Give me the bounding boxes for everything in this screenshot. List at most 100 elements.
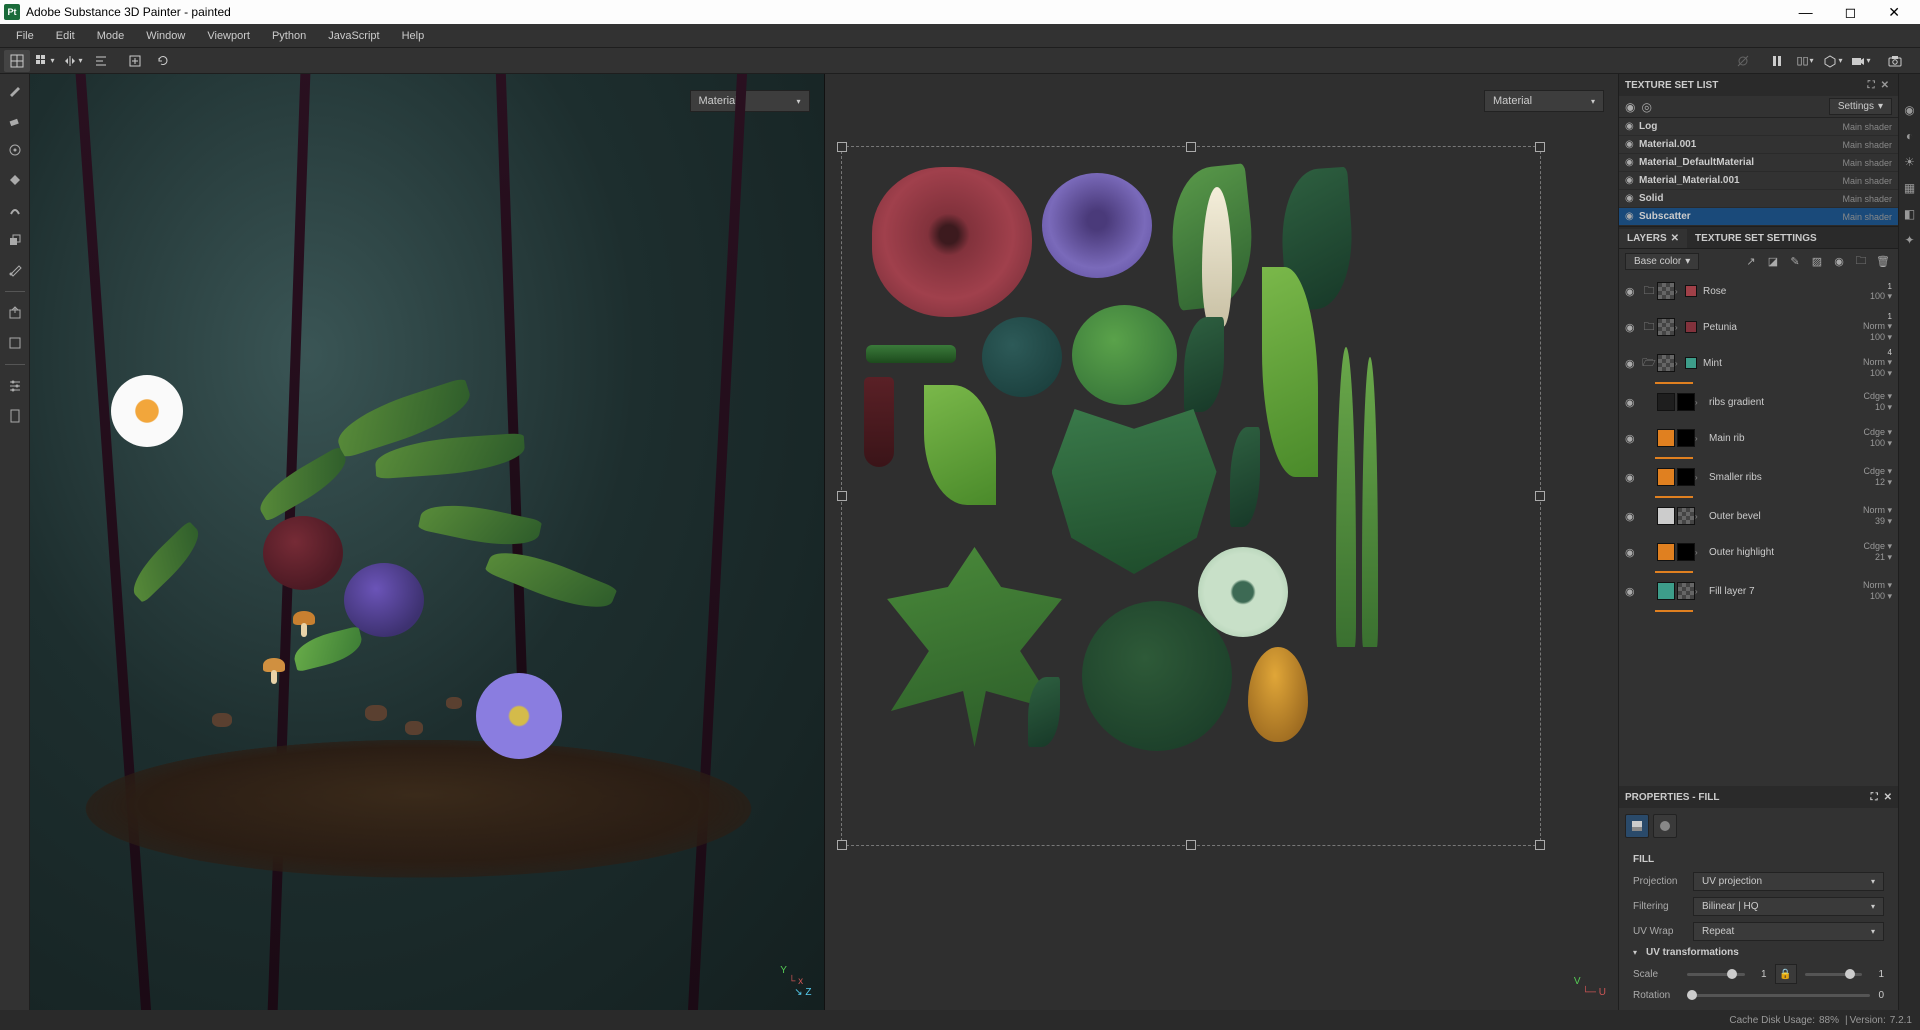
layer-row[interactable]: ◉ 🗀 › Rose 1 100 ▾: [1619, 273, 1898, 309]
viewport-3d[interactable]: Material ▾: [30, 74, 825, 1010]
layer-row[interactable]: ◉ › Outer bevel Norm ▾ 39 ▾: [1619, 498, 1898, 534]
layer-opacity[interactable]: 100 ▾: [1838, 438, 1892, 449]
expand-icon[interactable]: ›: [1695, 587, 1705, 596]
expand-icon[interactable]: ›: [1695, 548, 1705, 557]
menu-viewport[interactable]: Viewport: [197, 27, 260, 45]
toolbar-visibility-disabled-icon[interactable]: [1730, 50, 1756, 72]
resize-handle[interactable]: [1186, 142, 1196, 152]
layer-row[interactable]: ◉ › Fill layer 7 Norm ▾ 100 ▾: [1619, 573, 1898, 609]
resize-handle[interactable]: [1186, 840, 1196, 850]
clone-tool[interactable]: [3, 228, 27, 252]
expand-icon[interactable]: ›: [1695, 398, 1705, 407]
layer-blend[interactable]: Cdge ▾: [1838, 391, 1892, 402]
layer-opacity[interactable]: 100 ▾: [1838, 291, 1892, 302]
layer-blend[interactable]: Cdge ▾: [1838, 466, 1892, 477]
delete-button[interactable]: 🗑: [1874, 252, 1892, 270]
scale-slider-y[interactable]: [1805, 973, 1863, 976]
maximize-panel-icon[interactable]: ⛶: [1871, 792, 1878, 803]
menu-window[interactable]: Window: [136, 27, 195, 45]
expand-icon[interactable]: ›: [1675, 359, 1685, 368]
panel-toggle-4[interactable]: ▦: [1902, 180, 1918, 196]
expand-icon[interactable]: ›: [1695, 434, 1705, 443]
brush-tool[interactable]: [3, 78, 27, 102]
eye-icon[interactable]: ◉: [1625, 211, 1639, 222]
close-icon[interactable]: ✕: [1671, 233, 1679, 244]
eye-icon[interactable]: ◉: [1625, 546, 1641, 559]
eye-icon[interactable]: ◉: [1625, 396, 1641, 409]
folder-icon[interactable]: 🗁: [1641, 354, 1657, 373]
layer-opacity[interactable]: 12 ▾: [1838, 477, 1892, 488]
layer-opacity[interactable]: 100 ▾: [1838, 368, 1892, 379]
toolbar-add-button[interactable]: [122, 50, 148, 72]
material-picker-tool[interactable]: [3, 258, 27, 282]
uv-frame[interactable]: [841, 146, 1541, 846]
properties-tab-fill[interactable]: [1625, 814, 1649, 838]
panel-toggle-5[interactable]: ◧: [1902, 206, 1918, 222]
eye-outline-icon[interactable]: ◎: [1641, 100, 1651, 114]
toolbar-pause-button[interactable]: [1764, 50, 1790, 72]
toolbar-align-button[interactable]: [88, 50, 114, 72]
panel-toggle-1[interactable]: ◉: [1902, 102, 1918, 118]
menu-python[interactable]: Python: [262, 27, 316, 45]
maximize-button[interactable]: ◻: [1837, 4, 1865, 21]
tab-texture-set-settings[interactable]: TEXTURE SET SETTINGS: [1687, 229, 1825, 248]
close-button[interactable]: ✕: [1880, 4, 1908, 21]
uvwrap-select[interactable]: Repeat ▾: [1693, 922, 1884, 941]
resize-handle[interactable]: [837, 142, 847, 152]
panel-toggle-3[interactable]: ☀: [1902, 154, 1918, 170]
close-panel-icon[interactable]: ✕: [1884, 792, 1892, 803]
menu-mode[interactable]: Mode: [87, 27, 135, 45]
menu-edit[interactable]: Edit: [46, 27, 85, 45]
layer-opacity[interactable]: 21 ▾: [1838, 552, 1892, 563]
eye-icon[interactable]: ◉: [1625, 285, 1641, 298]
toolbar-grid1-button[interactable]: [4, 50, 30, 72]
expand-icon[interactable]: ›: [1695, 473, 1705, 482]
toolbar-bake-button[interactable]: ▯▯▾: [1792, 50, 1818, 72]
texture-set-row[interactable]: ◉Material_Material.001Main shader: [1619, 172, 1898, 190]
folder-icon[interactable]: 🗀: [1641, 318, 1657, 337]
texture-set-row[interactable]: ◉Material.001Main shader: [1619, 136, 1898, 154]
expand-icon[interactable]: ›: [1675, 323, 1685, 332]
menu-javascript[interactable]: JavaScript: [318, 27, 389, 45]
resize-handle[interactable]: [1535, 840, 1545, 850]
panel-toggle-2[interactable]: ◐: [1902, 128, 1918, 144]
menu-file[interactable]: File: [6, 27, 44, 45]
scale-slider-x[interactable]: [1687, 973, 1745, 976]
expand-icon[interactable]: ›: [1695, 512, 1705, 521]
layer-blend[interactable]: Cdge ▾: [1838, 541, 1892, 552]
properties-tab-material[interactable]: [1653, 814, 1677, 838]
layer-opacity[interactable]: 100 ▾: [1838, 332, 1892, 343]
texture-set-row[interactable]: ◉SubscatterMain shader: [1619, 208, 1898, 226]
filtering-select[interactable]: Bilinear | HQ ▾: [1693, 897, 1884, 916]
resize-handle[interactable]: [837, 491, 847, 501]
eye-icon[interactable]: ◉: [1625, 100, 1635, 114]
folder-icon[interactable]: 🗀: [1641, 282, 1657, 301]
texture-set-row[interactable]: ◉SolidMain shader: [1619, 190, 1898, 208]
resize-handle[interactable]: [1535, 491, 1545, 501]
add-folder-button[interactable]: 🗀: [1852, 252, 1870, 270]
minimize-button[interactable]: —: [1791, 4, 1821, 21]
layer-blend[interactable]: Norm ▾: [1838, 505, 1892, 516]
menu-help[interactable]: Help: [392, 27, 435, 45]
resize-handle[interactable]: [1535, 142, 1545, 152]
layer-row[interactable]: ◉ › ribs gradient Cdge ▾ 10 ▾: [1619, 384, 1898, 420]
toolbar-grid2-button[interactable]: ▾: [32, 50, 58, 72]
texture-set-row[interactable]: ◉Material_DefaultMaterialMain shader: [1619, 154, 1898, 172]
layer-row[interactable]: ◉ › Main rib Cdge ▾ 100 ▾: [1619, 420, 1898, 456]
layer-row[interactable]: ◉ 🗁 › Mint 4 Norm ▾ 100 ▾: [1619, 345, 1898, 381]
eye-icon[interactable]: ◉: [1625, 510, 1641, 523]
toolbar-render-button[interactable]: ▾: [1820, 50, 1846, 72]
add-effect-button[interactable]: ◪: [1764, 252, 1782, 270]
layer-row[interactable]: ◉ › Outer highlight Cdge ▾ 21 ▾: [1619, 534, 1898, 570]
fill-tool[interactable]: [3, 168, 27, 192]
layer-opacity[interactable]: 100 ▾: [1838, 591, 1892, 602]
export-tool[interactable]: [3, 301, 27, 325]
layer-opacity[interactable]: 10 ▾: [1838, 402, 1892, 413]
eye-icon[interactable]: ◉: [1625, 193, 1639, 204]
eye-icon[interactable]: ◉: [1625, 121, 1639, 132]
eye-icon[interactable]: ◉: [1625, 585, 1641, 598]
brush-button[interactable]: ✎: [1786, 252, 1804, 270]
toolbar-refresh-button[interactable]: [150, 50, 176, 72]
eye-icon[interactable]: ◉: [1625, 321, 1641, 334]
eye-icon[interactable]: ◉: [1625, 139, 1639, 150]
